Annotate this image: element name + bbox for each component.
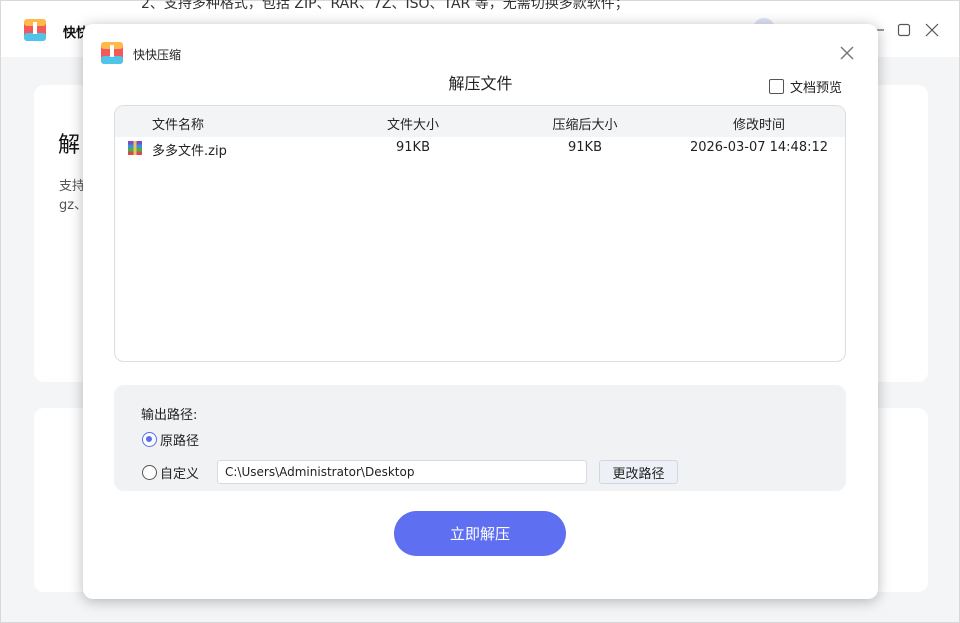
radio-custom-path[interactable]: 自定义 [142, 463, 199, 482]
preview-label: 文档预览 [790, 80, 843, 96]
radio-button[interactable] [142, 432, 157, 447]
winrar-archive-icon [128, 141, 142, 155]
column-header-size[interactable]: 文件大小 [387, 114, 439, 133]
preview-checkbox[interactable]: 文档预览 [769, 77, 843, 96]
file-compressed-size: 91KB [568, 140, 602, 155]
file-table: 文件名称 文件大小 压缩后大小 修改时间 多多文件.zip 91KB 91KB … [114, 105, 846, 362]
file-size: 91KB [396, 140, 430, 155]
change-path-button[interactable]: 更改路径 [599, 460, 678, 484]
column-header-name[interactable]: 文件名称 [152, 114, 204, 133]
table-header: 文件名称 文件大小 压缩后大小 修改时间 [115, 106, 845, 137]
file-modified-time: 2026-03-07 14:48:12 [689, 140, 829, 155]
custom-path-input[interactable] [217, 460, 587, 484]
close-window-icon[interactable] [925, 23, 939, 37]
output-path-label: 输出路径: [141, 408, 198, 423]
radio-label-custom: 自定义 [160, 467, 200, 482]
app-logo-icon [101, 42, 123, 64]
feature-card-desc: 支持 [59, 179, 86, 194]
dialog-app-name: 快快压缩 [133, 48, 182, 62]
feature-card-title: 解 [58, 133, 81, 158]
radio-button[interactable] [142, 465, 157, 480]
app-logo-icon [24, 19, 46, 41]
checkbox-box[interactable] [769, 78, 784, 94]
radio-original-path[interactable]: 原路径 [142, 430, 199, 449]
output-path-panel: 输出路径: 原路径 自定义 更改路径 [114, 385, 846, 491]
column-header-modified[interactable]: 修改时间 [721, 114, 797, 133]
close-icon[interactable] [838, 44, 856, 62]
table-row[interactable]: 多多文件.zip 91KB 91KB 2026-03-07 14:48:12 [115, 137, 845, 161]
dialog-title: 解压文件 [448, 74, 513, 93]
file-name: 多多文件.zip [152, 144, 227, 159]
radio-label-original: 原路径 [160, 434, 200, 449]
extract-dialog: 快快压缩 解压文件 文档预览 文件名称 文件大小 压缩后大小 修改时间 多多文件… [83, 24, 878, 599]
column-header-compressed-size[interactable]: 压缩后大小 [545, 114, 625, 133]
extract-now-button[interactable]: 立即解压 [394, 511, 566, 556]
main-header-text: 2、支持多种格式，包括 ZIP、RAR、7Z、ISO、TAR 等，无需切换多款软… [141, 0, 629, 12]
maximize-icon[interactable] [897, 23, 911, 37]
